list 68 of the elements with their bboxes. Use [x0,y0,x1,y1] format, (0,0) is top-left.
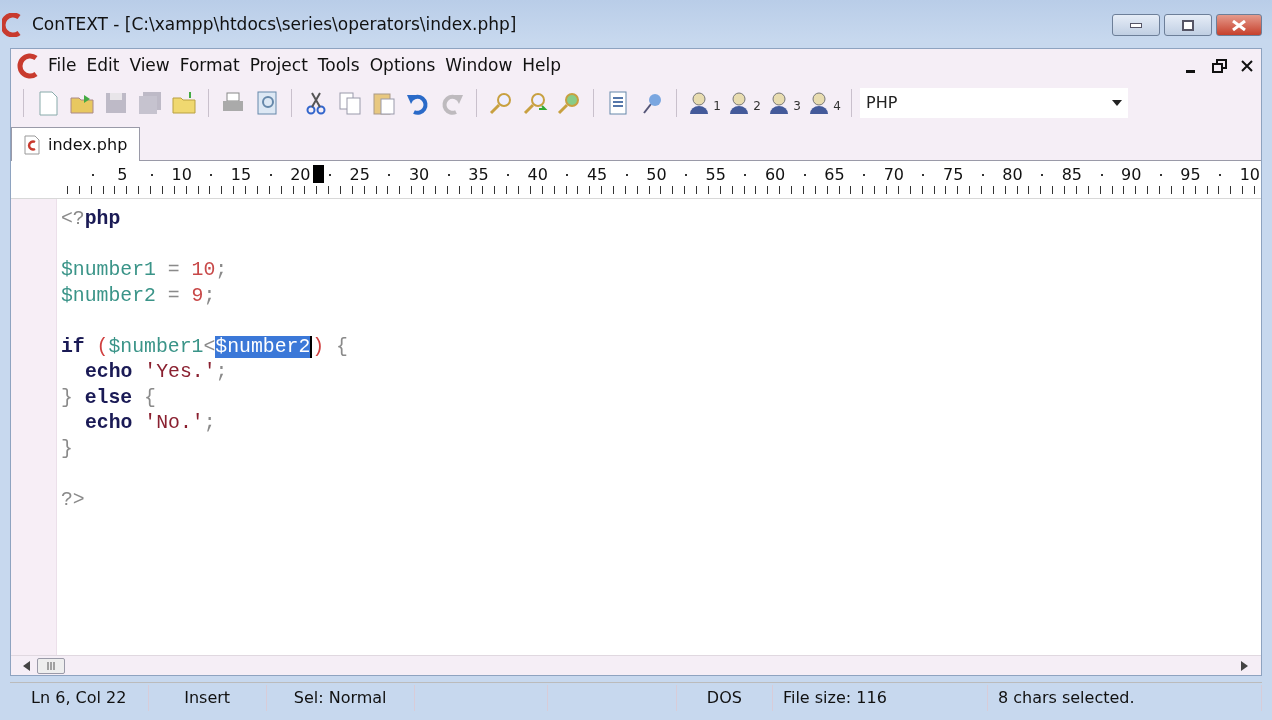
folder-icon [170,89,198,117]
menu-item[interactable]: File [43,53,82,79]
ruler-number: 5 [116,164,129,186]
code-line: echo 'Yes.'; [84,360,228,385]
menu-item[interactable]: Help [517,53,567,79]
php-file-icon [24,134,40,155]
ruler-number: 40 [526,164,549,186]
toolbar-button[interactable]: 1 [685,87,723,119]
code-line: if ($number1<$number2) { [61,334,348,360]
scrollbar-thumb[interactable] [37,657,65,674]
scroll-right-icon[interactable] [1241,660,1249,671]
ruler-number: 65 [823,164,846,186]
ruler-number: 30 [407,164,431,186]
maximize-button[interactable] [1164,14,1212,36]
ruler-number: 25 [348,164,371,186]
menu-item[interactable]: Options [364,53,441,79]
menu-item[interactable]: View [124,53,175,79]
code-line: echo 'No.'; [84,411,216,436]
ruler-number: 50 [645,164,668,186]
code-line: $number2 = 9; [61,283,216,309]
menu-item[interactable]: Format [174,53,245,79]
code-line: } [61,436,73,462]
status-text: Insert [184,686,231,709]
ruler-number: 15 [229,164,253,186]
status-text: 8 chars selected. [997,686,1135,709]
ruler-number: 10 [1238,164,1261,186]
status-text: DOS [706,686,742,709]
ruler-number: 20 [289,164,312,186]
file-tab[interactable]: index.php [11,127,141,161]
status-text: Sel: Normal [293,686,387,709]
toolbar-button[interactable]: 2 [725,87,763,119]
status-text: Ln 6, Col 22 [31,686,127,709]
ruler-number: 70 [882,164,905,186]
menu-item[interactable]: Window [440,53,518,79]
ruler-number: 85 [1060,164,1083,186]
window-title: ConTEXT - [C:\xampp\htdocs\series\operators\index.php] [32,13,517,37]
status-text: File size: 116 [782,686,887,709]
ruler-number: 80 [1001,164,1024,186]
restore-icon[interactable] [1211,58,1227,74]
code-line: <?php [61,207,121,232]
close-icon [1232,19,1246,31]
ruler-number: 95 [1179,164,1202,186]
ruler-number: 10 [170,164,193,186]
copy-icon [336,89,364,117]
toolbar-button[interactable]: 4 [805,87,843,119]
ruler-number: 55 [704,164,727,186]
minimize-button[interactable] [1112,14,1160,36]
caret-icon [1112,100,1122,106]
toolbar-button[interactable]: 3 [765,87,803,119]
ruler-number: 45 [585,164,609,186]
code-line: ?> [61,487,85,513]
ruler-number: 75 [941,164,965,186]
minimize-icon [1130,22,1142,28]
close-button[interactable] [1216,14,1262,36]
close-icon[interactable] [1239,58,1255,74]
ruler-number: 90 [1120,164,1143,186]
code-line: } else { [61,385,156,411]
code-line: $number1 = 10; [61,258,228,283]
ruler-number: 35 [467,164,490,186]
ruler-number: 60 [763,164,787,186]
maximize-icon [1182,19,1194,31]
menu-item[interactable]: Edit [81,53,125,79]
save-all-icon [136,89,164,117]
menu-item[interactable]: Project [244,53,313,79]
scroll-left-icon[interactable] [23,660,31,671]
grip-icon [46,661,56,670]
menu-item[interactable]: Tools [312,53,365,79]
language-dropdown[interactable]: PHP [860,88,1128,118]
